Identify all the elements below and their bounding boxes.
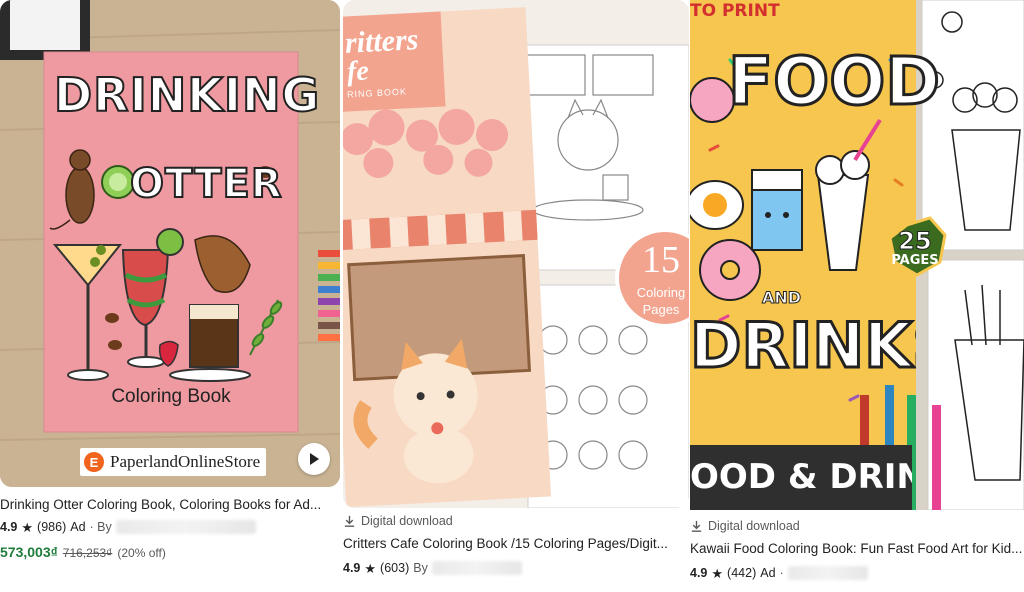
listing-title[interactable]: Critters Cafe Coloring Book /15 Coloring… <box>343 535 689 553</box>
rating-row: 4.9 ★ (986) Ad · By <box>0 518 340 536</box>
listing-title[interactable]: Kawaii Food Coloring Book: Fun Fast Food… <box>690 540 1024 558</box>
ad-label: Ad <box>70 520 86 534</box>
cover-title-line1: DRINKING <box>53 68 321 122</box>
seller-name-redacted <box>115 520 256 534</box>
cover-title-line2: OTTER <box>129 161 283 207</box>
listing-image[interactable]: TO PRINT FOOD AND DRINKS 25 PAGES OOD & … <box>690 0 1024 510</box>
shop-name: PaperlandOnlineStore <box>110 452 261 471</box>
pages-badge-line2: Pages <box>642 302 680 317</box>
digital-download-label: Digital download <box>708 519 800 533</box>
digital-download-label: Digital download <box>361 514 453 528</box>
download-icon <box>691 520 702 532</box>
star-icon: ★ <box>364 560 377 576</box>
ad-label: Ad <box>760 566 776 580</box>
listing-image[interactable]: ritters fe RING BOOK 15 Coloring Pages <box>343 0 689 508</box>
original-price: 716,253₫ <box>62 546 113 560</box>
cover-word1: FOOD <box>727 43 942 120</box>
shop-badge[interactable]: E PaperlandOnlineStore <box>80 448 267 476</box>
pages-badge-label: PAGES <box>891 253 939 268</box>
pages-badge-line1: Coloring <box>636 285 686 300</box>
by-label: · <box>779 566 784 580</box>
cover-banner-text: TO PRINT <box>690 1 780 21</box>
pages-badge-number: 25 <box>898 227 932 255</box>
by-label: · By <box>89 520 112 534</box>
play-video-button[interactable] <box>298 443 330 475</box>
play-icon <box>310 453 319 465</box>
star-icon: ★ <box>711 565 724 581</box>
download-icon <box>344 515 355 527</box>
rating-value: 4.9 <box>690 566 708 580</box>
rating-value: 4.9 <box>343 561 361 575</box>
review-count: (442) <box>727 566 757 580</box>
digital-download-row: Digital download <box>343 513 689 529</box>
shop-logo-icon: E <box>84 452 104 472</box>
by-label: By <box>413 561 428 575</box>
review-count: (986) <box>37 520 67 534</box>
sale-price: 573,003₫ <box>0 544 58 560</box>
cover-and: AND <box>761 288 802 308</box>
pages-badge-number: 15 <box>642 239 680 281</box>
discount-label: (20% off) <box>117 546 166 560</box>
rating-value: 4.9 <box>0 520 18 534</box>
rating-row: 4.9 ★ (442) Ad · <box>690 564 1024 582</box>
listing-image[interactable]: DRINKING OTTER Coloring Book E Paperland… <box>0 0 340 487</box>
seller-name-redacted <box>431 561 522 575</box>
cover-bottom-banner: OOD & DRINKS <box>690 457 912 497</box>
cover-subtitle: Coloring Book <box>111 386 231 407</box>
listing-title[interactable]: Drinking Otter Coloring Book, Coloring B… <box>0 496 340 514</box>
cover-title-line1: ritters <box>344 23 420 60</box>
cover-word2: DRINKS <box>690 310 916 382</box>
rating-row: 4.9 ★ (603) By <box>343 559 689 577</box>
review-count: (603) <box>380 561 410 575</box>
digital-download-row: Digital download <box>690 518 1024 534</box>
seller-name-redacted <box>787 566 868 580</box>
star-icon: ★ <box>21 519 34 535</box>
price-row: 573,003₫ 716,253₫ (20% off) <box>0 543 340 562</box>
cover-title-line2: fe <box>346 55 370 88</box>
